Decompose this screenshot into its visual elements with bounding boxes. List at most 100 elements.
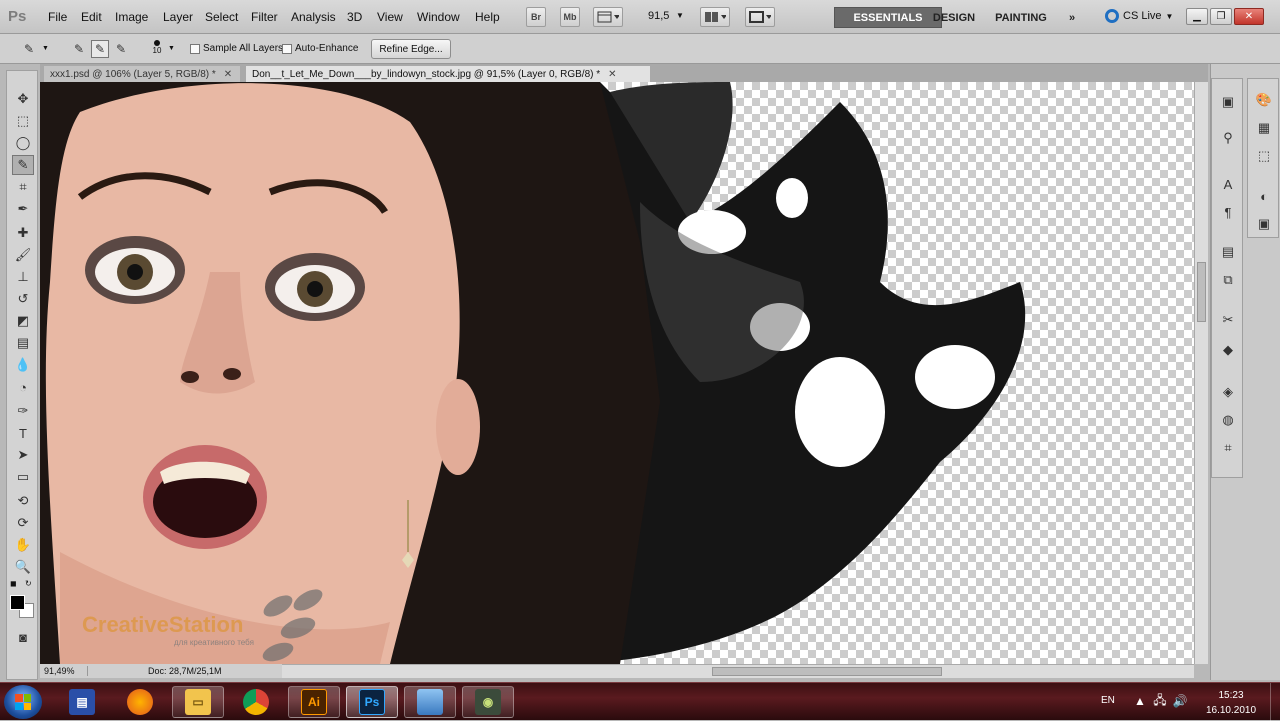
new-selection-button[interactable]: ✎ — [70, 40, 88, 58]
swatches-panel-button[interactable]: ▦ — [1254, 119, 1274, 137]
clone-stamp-tool[interactable]: ⊥ — [12, 267, 34, 287]
zoom-dropdown-icon[interactable]: ▼ — [676, 11, 684, 20]
lasso-tool[interactable]: ◯ — [12, 133, 34, 153]
menu-view[interactable]: View — [377, 10, 403, 24]
taskbar-app-photoshop[interactable]: Ps — [346, 686, 398, 718]
move-tool[interactable]: ✥ — [12, 89, 34, 109]
layers-panel-button[interactable]: ◈ — [1218, 383, 1238, 401]
paragraph-panel-button[interactable]: ¶ — [1218, 203, 1238, 221]
menu-3d[interactable]: 3D — [347, 10, 362, 24]
vertical-scrollbar[interactable] — [1194, 82, 1208, 664]
brush-tool[interactable]: 🖌 — [12, 245, 34, 265]
channels-panel-button[interactable]: ◍ — [1218, 411, 1238, 429]
launch-bridge-button[interactable]: Br — [526, 7, 546, 27]
arrange-documents-button[interactable] — [700, 7, 730, 27]
pen-tool[interactable]: ✑ — [12, 401, 34, 421]
chevron-down-icon[interactable]: ▼ — [42, 45, 49, 52]
status-zoom[interactable]: 91,49% — [40, 666, 88, 676]
volume-icon[interactable]: 🔊 — [1172, 694, 1188, 708]
actions-panel-button[interactable]: ◆ — [1218, 341, 1238, 359]
close-icon[interactable]: ✕ — [608, 69, 616, 80]
taskbar-app-save[interactable]: ▤ — [56, 686, 108, 718]
quick-selection-tool[interactable]: ✎ — [12, 155, 34, 175]
screen-mode-button[interactable] — [745, 7, 775, 27]
launch-minibridge-button[interactable]: Mb — [560, 7, 580, 27]
spot-healing-tool[interactable]: ✚ — [12, 223, 34, 243]
3d-orbit-tool[interactable]: ⟳ — [12, 513, 34, 533]
menu-edit[interactable]: Edit — [81, 10, 102, 24]
paths-panel-button[interactable]: ⌗ — [1218, 439, 1238, 457]
menu-file[interactable]: File — [48, 10, 67, 24]
swap-colors-icon[interactable]: ↻ — [25, 579, 32, 588]
auto-enhance-checkbox[interactable]: Auto-Enhance — [282, 43, 358, 54]
more-workspaces-button[interactable]: » — [1062, 7, 1082, 28]
close-button[interactable]: ✕ — [1234, 8, 1264, 25]
history-panel-button[interactable]: ⚲ — [1218, 129, 1238, 147]
history-brush-tool[interactable]: ↺ — [12, 289, 34, 309]
chevron-down-icon[interactable]: ▼ — [168, 45, 175, 52]
eyedropper-tool[interactable]: ✒ — [12, 199, 34, 219]
taskbar-app-chrome[interactable] — [230, 686, 282, 718]
brush-size-picker[interactable]: 10 — [146, 38, 168, 60]
eraser-tool[interactable]: ◩ — [12, 311, 34, 331]
taskbar-app-firefox[interactable] — [114, 686, 166, 718]
taskbar-app-tool[interactable]: ◉ — [462, 686, 514, 718]
start-button[interactable] — [4, 685, 42, 719]
taskbar-app-explorer[interactable]: ▭ — [172, 686, 224, 718]
color-panel-button[interactable]: 🎨 — [1254, 91, 1274, 109]
workspace-design[interactable]: DESIGN — [928, 7, 980, 28]
cs-live-menu[interactable]: CS Live ▼ — [1105, 9, 1173, 23]
dodge-tool[interactable]: ◔ — [12, 377, 34, 397]
quick-mask-button[interactable]: ◙ — [12, 627, 34, 647]
sample-all-layers-checkbox[interactable]: Sample All Layers — [190, 43, 283, 54]
minimize-button[interactable]: ▁ — [1186, 8, 1208, 25]
language-indicator[interactable]: EN — [1101, 695, 1115, 706]
document-canvas[interactable] — [40, 82, 1194, 664]
crop-tool[interactable]: ⌗ — [12, 177, 34, 197]
workspace-painting[interactable]: PAINTING — [988, 7, 1054, 28]
minibridge-panel-button[interactable]: ▣ — [1218, 93, 1238, 111]
styles-panel-button[interactable]: ⬚ — [1254, 147, 1274, 165]
rectangle-tool[interactable]: ▭ — [12, 467, 34, 487]
tool-preset-picker[interactable]: ✎ — [20, 40, 38, 58]
horizontal-scrollbar[interactable] — [282, 664, 1194, 678]
character-panel-button[interactable]: A — [1218, 175, 1238, 193]
marquee-tool[interactable]: ⬚ — [12, 111, 34, 131]
foreground-color-swatch[interactable] — [10, 595, 25, 610]
gradient-tool[interactable]: ▤ — [12, 333, 34, 353]
workspace-essentials[interactable]: ESSENTIALS — [834, 7, 942, 28]
network-icon[interactable]: 🖧 — [1152, 693, 1168, 708]
blur-tool[interactable]: 💧 — [12, 355, 34, 375]
tab-document-1[interactable]: ххх1.psd @ 106% (Layer 5, RGB/8) * ✕ — [44, 66, 240, 82]
menu-image[interactable]: Image — [115, 10, 148, 24]
close-icon[interactable]: ✕ — [224, 69, 232, 80]
clone-source-panel-button[interactable]: ⧉ — [1218, 271, 1238, 289]
refine-edge-button[interactable]: Refine Edge... — [371, 39, 451, 59]
system-clock[interactable]: 15:23 16.10.2010 — [1196, 688, 1266, 718]
zoom-tool[interactable]: 🔍 — [12, 557, 34, 577]
subtract-from-selection-button[interactable]: ✎ — [112, 40, 130, 58]
hand-tool[interactable]: ✋ — [12, 535, 34, 555]
menu-help[interactable]: Help — [475, 10, 500, 24]
checkbox-box[interactable] — [190, 43, 200, 54]
default-colors-icon[interactable]: ◼ — [10, 579, 17, 588]
scrollbar-thumb[interactable] — [1197, 262, 1206, 322]
menu-analysis[interactable]: Analysis — [291, 10, 336, 24]
view-extras-button[interactable] — [593, 7, 623, 27]
menu-window[interactable]: Window — [417, 10, 460, 24]
notes-panel-button[interactable]: ▤ — [1218, 243, 1238, 261]
3d-rotate-tool[interactable]: ⟲ — [12, 491, 34, 511]
tab-document-2[interactable]: Don__t_Let_Me_Down___by_lindowyn_stock.j… — [246, 66, 650, 82]
show-desktop-button[interactable] — [1270, 683, 1280, 721]
masks-panel-button[interactable]: ▣ — [1254, 215, 1274, 233]
scrollbar-thumb[interactable] — [712, 667, 942, 676]
zoom-level-field[interactable]: 91,5 — [648, 10, 669, 22]
tool-presets-panel-button[interactable]: ✂ — [1218, 311, 1238, 329]
adjustments-panel-button[interactable]: ◐ — [1254, 187, 1274, 205]
menu-layer[interactable]: Layer — [163, 10, 193, 24]
tray-arrow-icon[interactable]: ▲ — [1132, 694, 1148, 708]
taskbar-app-viewer[interactable] — [404, 686, 456, 718]
menu-filter[interactable]: Filter — [251, 10, 278, 24]
path-selection-tool[interactable]: ➤ — [12, 445, 34, 465]
taskbar-app-illustrator[interactable]: Ai — [288, 686, 340, 718]
